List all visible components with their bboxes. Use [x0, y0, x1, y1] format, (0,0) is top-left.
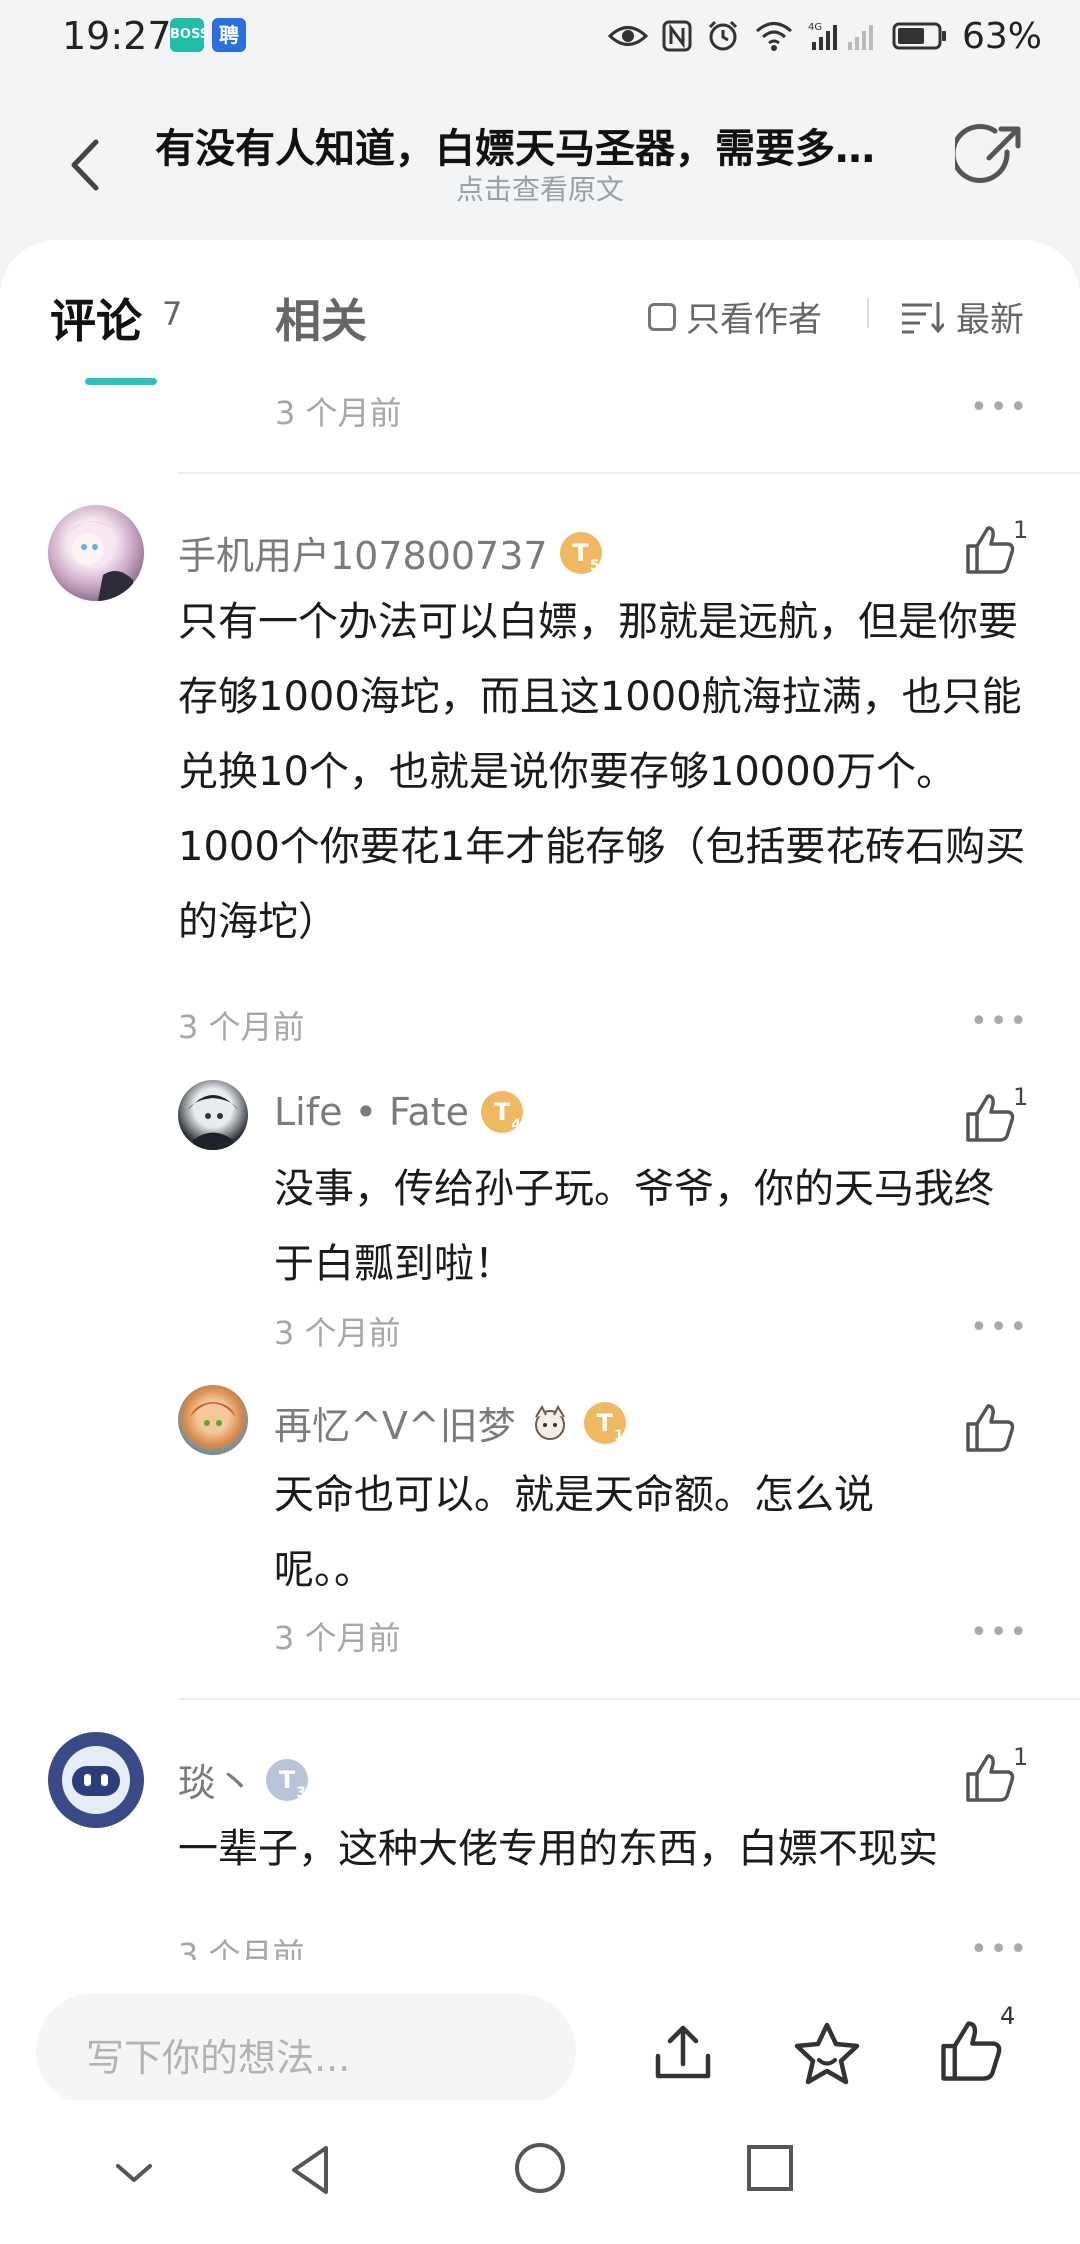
thumbs-up-icon[interactable] [936, 2016, 1006, 2086]
reply-text: 没事，传给孙子玩。爷爷，你的天马我终于白瓢到啦！ [274, 1166, 994, 1287]
badge-letter: T [278, 1765, 296, 1794]
badge-level: 4 [511, 1117, 521, 1133]
comment-time: 3 个月前 [178, 1936, 305, 1960]
avatar[interactable] [178, 1080, 248, 1150]
status-bar: 19:27 BOSS 聘 4G 63% [0, 0, 1080, 80]
comment-time: 3 个月前 [275, 394, 402, 432]
pin-app-icon: 聘 [212, 18, 246, 52]
comment-input[interactable]: 写下你的想法... [36, 1994, 576, 2106]
avatar[interactable] [48, 505, 144, 601]
thumbs-up-icon[interactable] [962, 1090, 1018, 1146]
avatar-image [188, 1095, 238, 1150]
badge-level: 5 [589, 557, 600, 574]
more-options-icon[interactable]: ••• [970, 1310, 1029, 1345]
alarm-icon [708, 20, 738, 51]
home-circle-icon[interactable] [512, 2140, 568, 2196]
username[interactable]: 再忆^V^旧梦 [274, 1395, 516, 1450]
comment-divider [178, 1698, 1080, 1700]
reply-username-row: 再忆^V^旧梦 T1 [274, 1395, 626, 1450]
share-upload-icon[interactable] [650, 2020, 716, 2086]
sort-toggle[interactable]: 最新 [900, 292, 1024, 341]
badge-letter: T [596, 1408, 613, 1437]
thumbs-up-icon[interactable] [962, 522, 1018, 578]
avatar-image [190, 1402, 236, 1426]
battery-percent: 63% [961, 15, 1042, 57]
like-count: 1 [1013, 1743, 1029, 1771]
level-badge-icon: T4 [481, 1091, 523, 1133]
back-triangle-icon[interactable] [286, 2140, 334, 2200]
comment-username-row: 手机用户107800737 T5 [178, 525, 602, 580]
comment-input-placeholder: 写下你的想法... [86, 2036, 351, 2080]
recents-square-icon[interactable] [744, 2142, 796, 2194]
active-tab-indicator [85, 378, 157, 385]
sort-icon [902, 301, 944, 333]
reply-time: 3 个月前 [274, 1619, 401, 1657]
tab-comments-count: 7 [162, 295, 183, 333]
like-count: 1 [1013, 1083, 1029, 1111]
comment-divider [178, 472, 1080, 474]
more-options-icon[interactable]: ••• [970, 1615, 1029, 1650]
avatar[interactable] [48, 1732, 144, 1828]
view-original-link[interactable]: 点击查看原文 [0, 168, 1080, 208]
status-time: 19:27 [62, 14, 172, 58]
tab-related[interactable]: 相关 [275, 285, 367, 351]
favorite-star-icon[interactable] [792, 2020, 862, 2086]
username[interactable]: 手机用户107800737 [178, 525, 548, 580]
avatar[interactable] [178, 1385, 248, 1455]
reply-time: 3 个月前 [274, 1314, 401, 1352]
sort-label: 最新 [956, 300, 1024, 340]
like-count: 4 [1000, 2002, 1016, 2030]
comment-time: 3 个月前 [178, 1008, 305, 1046]
checkbox-icon[interactable] [648, 302, 676, 331]
comment-text: 只有一个办法可以白嫖，那就是远航，但是你要存够1000海坨，而且这1000航海拉… [178, 599, 1026, 945]
badge-letter: T [493, 1098, 511, 1126]
header: 有没有人知道，白嫖天马圣器，需要多… 点击查看原文 [0, 90, 1080, 240]
avatar-image [62, 1746, 130, 1814]
eye-icon [607, 26, 648, 46]
thumbs-up-icon[interactable] [962, 1750, 1018, 1806]
thumbs-up-icon[interactable] [962, 1400, 1018, 1456]
mascot-emblem-icon [534, 1404, 565, 1440]
level-badge-icon: T3 [266, 1758, 309, 1801]
avatar-image [63, 520, 133, 601]
only-author-label: 只看作者 [686, 300, 822, 340]
level-badge-icon: T1 [583, 1401, 626, 1444]
reply-username-row: Life • Fate T4 [274, 1090, 523, 1134]
comment-text: 一辈子，这种大佬专用的东西，白嫖不现实 [178, 1826, 938, 1872]
system-nav-bar [0, 2100, 1080, 2244]
reply-text: 天命也可以。就是天命额。怎么说呢。。 [274, 1472, 874, 1593]
username[interactable]: Life • Fate [274, 1090, 469, 1134]
tab-divider [867, 298, 869, 328]
badge-level: 3 [296, 1784, 307, 1801]
boss-app-icon: BOSS [170, 18, 209, 52]
wifi-icon [755, 22, 792, 51]
chevron-down-icon[interactable] [112, 2158, 156, 2188]
only-author-toggle[interactable]: 只看作者 [648, 292, 822, 341]
username[interactable]: 琰丶 [178, 1752, 254, 1807]
like-count: 1 [1013, 516, 1029, 544]
comment-username-row: 琰丶 T3 [178, 1752, 309, 1807]
share-icon[interactable] [955, 122, 1025, 192]
badge-letter: T [572, 538, 589, 567]
more-options-icon[interactable]: ••• [970, 1932, 1029, 1960]
comment-panel: 评论 7 相关 只看作者 最新 3 个月前 ••• 手机用户107800737 … [0, 240, 1080, 1960]
more-options-icon[interactable]: ••• [970, 390, 1029, 425]
svg-text:4G: 4G [808, 22, 822, 33]
bottom-action-bar: 写下你的想法... 4 [0, 1960, 1080, 2106]
page-title: 有没有人知道，白嫖天马圣器，需要多… [155, 126, 875, 172]
nfc-icon [662, 20, 692, 52]
signal-icon: 4G [808, 22, 873, 50]
level-badge-icon: T5 [559, 531, 602, 574]
tab-bar: 评论 7 相关 只看作者 最新 [0, 240, 1080, 385]
more-options-icon[interactable]: ••• [970, 1004, 1029, 1039]
battery-icon [892, 22, 946, 50]
status-icons: 4G 63% [607, 14, 1042, 58]
tab-comments[interactable]: 评论 [50, 285, 142, 351]
badge-level: 1 [613, 1427, 624, 1444]
